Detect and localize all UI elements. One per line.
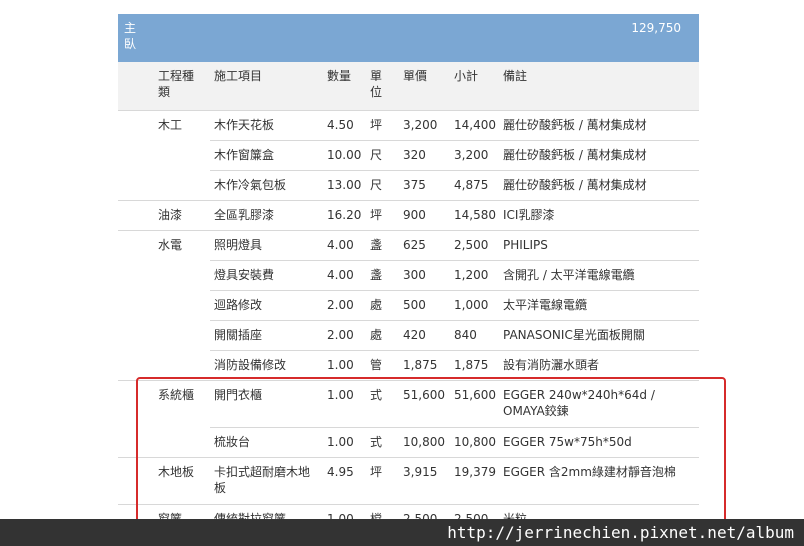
col-note: 備註 — [503, 69, 528, 83]
cell-category: 油漆 — [158, 208, 183, 222]
table-row: 木作冷氣包板 13.00 尺 375 4,875 麗仕矽酸鈣板 / 萬材集成材 — [118, 170, 699, 200]
cell-subtotal: 840 — [454, 328, 477, 342]
cell-qty: 13.00 — [327, 178, 362, 192]
cell-unit: 尺 — [370, 178, 383, 192]
col-subtotal: 小計 — [454, 69, 479, 83]
cell-item: 照明燈具 — [214, 238, 263, 252]
cell-item: 燈具安裝費 — [214, 268, 275, 282]
row-divider — [118, 230, 699, 231]
room-name: 主臥 — [124, 21, 137, 51]
cell-unit: 處 — [370, 298, 383, 312]
cell-qty: 2.00 — [327, 328, 354, 342]
table-row: 消防設備修改 1.00 管 1,875 1,875 設有消防灑水頭者 — [118, 350, 699, 380]
cell-subtotal: 3,200 — [454, 148, 489, 162]
cell-subtotal: 1,000 — [454, 298, 489, 312]
cell-price: 3,200 — [403, 118, 438, 132]
col-qty: 數量 — [327, 69, 352, 83]
cell-price: 300 — [403, 268, 426, 282]
cell-qty: 4.50 — [327, 118, 354, 132]
table-row: 油漆 全區乳膠漆 16.20 坪 900 14,580 ICI乳膠漆 — [118, 200, 699, 230]
col-price: 單價 — [403, 69, 428, 83]
watermark: http://jerrinechien.pixnet.net/album — [0, 519, 804, 546]
row-divider — [210, 350, 699, 351]
row-divider — [118, 200, 699, 201]
cell-price: 320 — [403, 148, 426, 162]
cell-qty: 4.00 — [327, 268, 354, 282]
col-category: 工程種類 — [158, 69, 195, 99]
cell-qty: 2.00 — [327, 298, 354, 312]
cell-note: 設有消防灑水頭者 — [503, 358, 600, 372]
cell-subtotal: 1,875 — [454, 358, 489, 372]
cell-unit: 坪 — [370, 208, 383, 222]
cell-note: 太平洋電線電纜 — [503, 298, 588, 312]
cell-note: 麗仕矽酸鈣板 / 萬材集成材 — [503, 178, 647, 192]
cell-item: 木作冷氣包板 — [214, 178, 287, 192]
col-item: 施工項目 — [214, 69, 263, 83]
row-divider — [210, 260, 699, 261]
cell-unit: 盞 — [370, 268, 383, 282]
cell-note: 麗仕矽酸鈣板 / 萬材集成材 — [503, 148, 647, 162]
cell-note: PHILIPS — [503, 238, 548, 252]
cell-item: 木作窗簾盒 — [214, 148, 275, 162]
row-divider — [210, 290, 699, 291]
table-row: 迴路修改 2.00 處 500 1,000 太平洋電線電纜 — [118, 290, 699, 320]
cell-price: 625 — [403, 238, 426, 252]
cell-unit: 坪 — [370, 118, 383, 132]
cell-item: 迴路修改 — [214, 298, 263, 312]
cell-price: 375 — [403, 178, 426, 192]
cell-price: 900 — [403, 208, 426, 222]
row-divider — [210, 320, 699, 321]
cell-price: 420 — [403, 328, 426, 342]
cell-note: ICI乳膠漆 — [503, 208, 555, 222]
cell-item: 開關插座 — [214, 328, 263, 342]
cell-unit: 尺 — [370, 148, 383, 162]
row-divider — [210, 140, 699, 141]
cell-category: 木工 — [158, 118, 183, 132]
table-row: 水電 照明燈具 4.00 盞 625 2,500 PHILIPS — [118, 230, 699, 260]
cell-unit: 盞 — [370, 238, 383, 252]
cell-item: 木作天花板 — [214, 118, 275, 132]
row-divider — [118, 110, 699, 111]
cell-qty: 16.20 — [327, 208, 362, 222]
table-row: 燈具安裝費 4.00 盞 300 1,200 含開孔 / 太平洋電線電纜 — [118, 260, 699, 290]
cell-item: 全區乳膠漆 — [214, 208, 275, 222]
cell-price: 1,875 — [403, 358, 438, 372]
cell-category: 水電 — [158, 238, 183, 252]
cell-note: 含開孔 / 太平洋電線電纜 — [503, 268, 635, 282]
cell-subtotal: 14,400 — [454, 118, 496, 132]
cell-subtotal: 4,875 — [454, 178, 489, 192]
highlight-box — [136, 377, 726, 537]
table-row: 木作窗簾盒 10.00 尺 320 3,200 麗仕矽酸鈣板 / 萬材集成材 — [118, 140, 699, 170]
cell-price: 500 — [403, 298, 426, 312]
cell-item: 消防設備修改 — [214, 358, 287, 372]
cell-qty: 4.00 — [327, 238, 354, 252]
cell-unit: 處 — [370, 328, 383, 342]
room-header: 主臥 129,750 — [118, 14, 699, 62]
cell-subtotal: 1,200 — [454, 268, 489, 282]
col-unit: 單位 — [370, 69, 383, 99]
table-row: 木工 木作天花板 4.50 坪 3,200 14,400 麗仕矽酸鈣板 / 萬材集成材 — [118, 110, 699, 140]
room-total: 129,750 — [631, 21, 681, 35]
cell-unit: 管 — [370, 358, 383, 372]
cell-subtotal: 2,500 — [454, 238, 489, 252]
cell-qty: 10.00 — [327, 148, 362, 162]
cell-subtotal: 14,580 — [454, 208, 496, 222]
table-row: 開關插座 2.00 處 420 840 PANASONIC星光面板開關 — [118, 320, 699, 350]
cell-note: PANASONIC星光面板開關 — [503, 328, 645, 342]
column-header-row: 工程種類 施工項目 數量 單位 單價 小計 備註 — [118, 62, 699, 110]
row-divider — [210, 170, 699, 171]
cell-qty: 1.00 — [327, 358, 354, 372]
cell-note: 麗仕矽酸鈣板 / 萬材集成材 — [503, 118, 647, 132]
